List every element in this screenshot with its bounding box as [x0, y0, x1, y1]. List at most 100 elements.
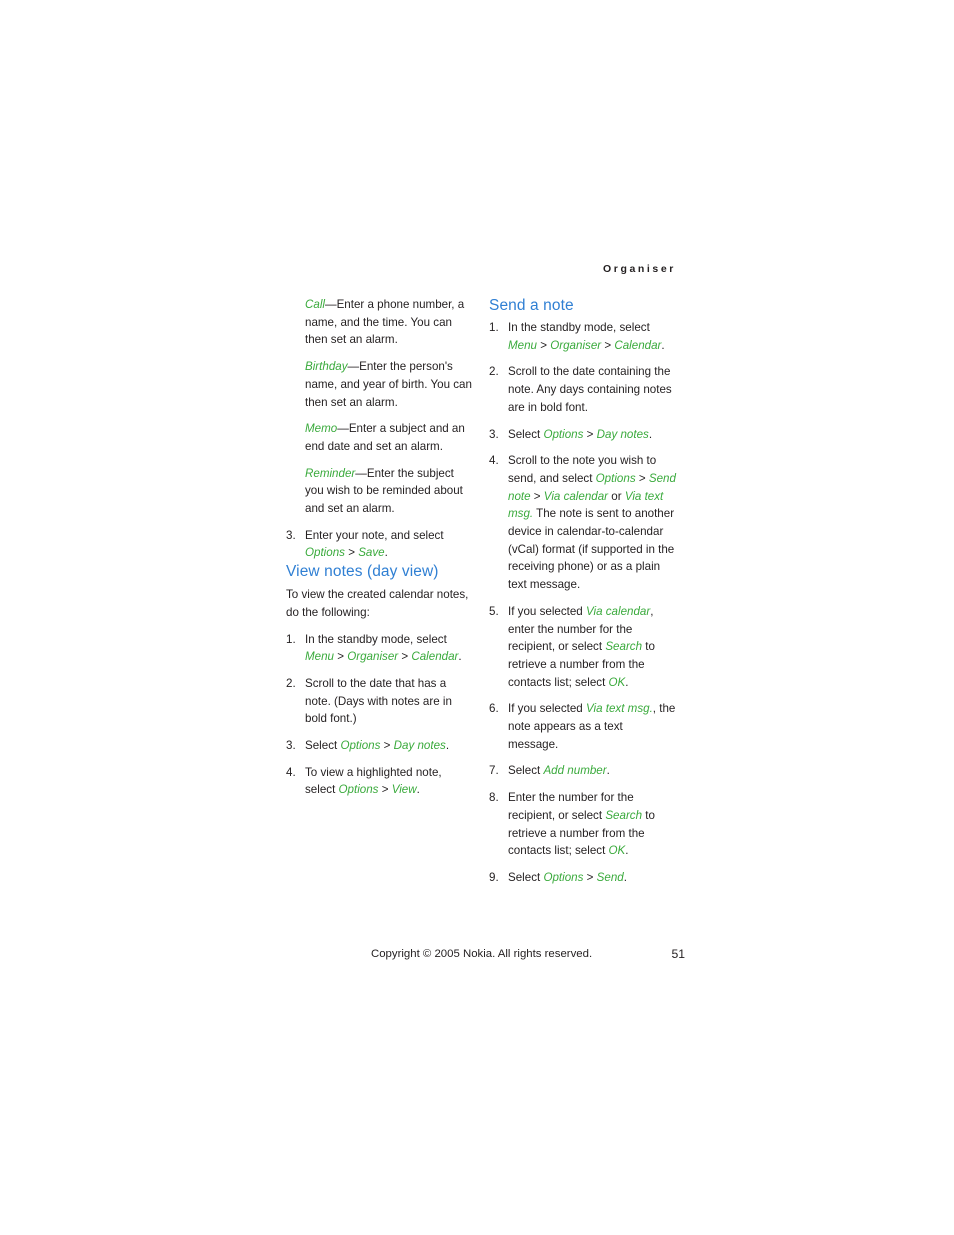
step-separator: >	[530, 489, 544, 503]
left-column: Call—Enter a phone number, a name, and t…	[286, 296, 473, 799]
ui-term-menu: Menu	[508, 338, 538, 352]
list-item: 4. Scroll to the note you wish to send, a…	[489, 452, 676, 594]
step-period: .	[458, 650, 462, 664]
step-separator: >	[583, 427, 597, 441]
list-item: 6. If you selected Via text msg., the not…	[489, 700, 676, 753]
list-item: 1. In the standby mode, select Menu > Org…	[489, 319, 676, 354]
list-item: 4. To view a highlighted note, select Opt…	[286, 764, 473, 799]
ui-term-via-calendar: Via calendar	[543, 489, 609, 503]
step-separator: >	[635, 471, 649, 485]
page-footer: Copyright © 2005 Nokia. All rights reser…	[0, 946, 954, 966]
step-number: 8.	[489, 791, 499, 805]
definition-birthday: Birthday—Enter the person's name, and ye…	[286, 358, 473, 411]
step-text-tail: The note is sent to another device in ca…	[508, 507, 675, 592]
list-item: 3. Enter your note, and select Options > …	[286, 527, 473, 562]
ui-term-options: Options	[338, 783, 379, 797]
section-heading-send-a-note: Send a note	[489, 297, 574, 314]
step-number: 3.	[286, 528, 296, 542]
step-separator: >	[583, 870, 597, 884]
step-text: Select	[508, 764, 544, 778]
section-heading-view-notes: View notes (day view)	[286, 563, 439, 581]
ui-term-search: Search	[605, 640, 643, 654]
document-page: Organiser Call—Enter a phone number, a n…	[0, 0, 954, 1235]
step-number: 2.	[286, 676, 296, 690]
step-period: .	[648, 427, 653, 441]
step-number: 3.	[489, 427, 499, 441]
ui-term-via-text-msg: Via text msg.	[585, 702, 653, 716]
ui-term-calendar: Calendar	[411, 650, 459, 664]
step-text-post: .	[384, 546, 388, 560]
definition-dash-birthday: —	[347, 360, 360, 374]
left-continued-steps: 3. Enter your note, and select Options > …	[286, 527, 473, 562]
step-text: Select	[508, 427, 544, 441]
right-column: Send a note 1. In the standby mode, selec…	[489, 296, 676, 887]
step-number: 1.	[489, 321, 499, 334]
step-text: Scroll to the date that has a note. (Day…	[305, 676, 452, 726]
step-separator: >	[378, 783, 392, 797]
ui-term-options: Options	[595, 471, 636, 485]
step-number: 7.	[489, 764, 499, 778]
ui-term-menu: Menu	[305, 650, 335, 664]
step-period: .	[606, 764, 610, 778]
list-item: 8. Enter the number for the recipient, or…	[489, 789, 676, 860]
step-separator: >	[344, 546, 359, 560]
step-text: If you selected	[508, 604, 586, 618]
list-item: 5. If you selected Via calendar, enter th…	[489, 603, 676, 692]
definition-term-call: Call	[305, 298, 325, 311]
step-number: 9.	[489, 870, 499, 884]
ui-term-options: Options	[543, 427, 584, 441]
ui-term-day-notes: Day notes	[596, 427, 649, 441]
step-number: 3.	[286, 739, 296, 753]
step-separator: >	[334, 650, 348, 664]
step-text: If you selected	[508, 702, 586, 716]
list-item: 3. Select Options > Day notes.	[286, 737, 473, 755]
list-item: 2. Scroll to the date containing the note…	[489, 363, 676, 416]
ui-term-search: Search	[605, 808, 643, 822]
definition-term-birthday: Birthday	[305, 360, 348, 374]
ui-term-options: Options	[340, 739, 381, 753]
step-period: .	[625, 675, 629, 689]
step-text-pre: Enter your note, and select	[305, 528, 444, 542]
list-item: 3. Select Options > Day notes.	[489, 426, 676, 444]
step-separator: >	[380, 739, 394, 753]
step-period: .	[416, 783, 420, 797]
ui-term-ok: OK	[608, 675, 626, 689]
page-number: 51	[671, 947, 685, 961]
ui-term-send: Send	[596, 870, 624, 884]
step-period: .	[661, 338, 665, 352]
step-period: .	[445, 739, 450, 753]
ui-term-via-calendar: Via calendar	[585, 604, 651, 618]
copyright-notice: Copyright © 2005 Nokia. All rights reser…	[371, 948, 593, 960]
step-number: 1.	[286, 632, 296, 646]
send-a-note-steps: 1. In the standby mode, select Menu > Org…	[489, 319, 676, 887]
ui-term-options: Options	[543, 870, 584, 884]
definition-dash-call: —	[324, 298, 337, 311]
running-header-organiser: Organiser	[602, 263, 676, 275]
definition-term-memo: Memo	[305, 422, 338, 436]
step-text: Scroll to the date containing the note. …	[508, 365, 672, 414]
step-period: .	[623, 870, 627, 884]
ui-term-options: Options	[305, 546, 345, 560]
step-text: Select	[305, 739, 341, 753]
step-separator: >	[398, 650, 412, 664]
list-item: 1. In the standby mode, select Menu > Org…	[286, 631, 473, 666]
list-item: 7. Select Add number.	[489, 762, 676, 780]
ui-term-organiser: Organiser	[550, 338, 602, 352]
ui-term-add-number: Add number	[543, 764, 607, 778]
definition-reminder: Reminder—Enter the subject you wish to b…	[286, 465, 473, 518]
definition-dash-memo: —	[337, 422, 349, 436]
step-separator: >	[601, 338, 615, 352]
step-conjunction: or	[608, 489, 625, 503]
definition-dash-reminder: —	[355, 466, 367, 480]
ui-term-save: Save	[358, 546, 385, 560]
step-text: Select	[508, 870, 544, 884]
list-item: 2. Scroll to the date that has a note. (D…	[286, 675, 473, 728]
step-number: 4.	[489, 454, 499, 468]
step-number: 5.	[489, 604, 499, 618]
ui-term-calendar: Calendar	[614, 338, 662, 352]
definition-memo: Memo—Enter a subject and an end date and…	[286, 420, 473, 455]
definition-call: Call—Enter a phone number, a name, and t…	[286, 296, 473, 349]
view-notes-intro: To view the created calendar notes, do t…	[286, 588, 469, 619]
ui-term-day-notes: Day notes	[393, 739, 446, 753]
step-number: 6.	[489, 702, 499, 716]
